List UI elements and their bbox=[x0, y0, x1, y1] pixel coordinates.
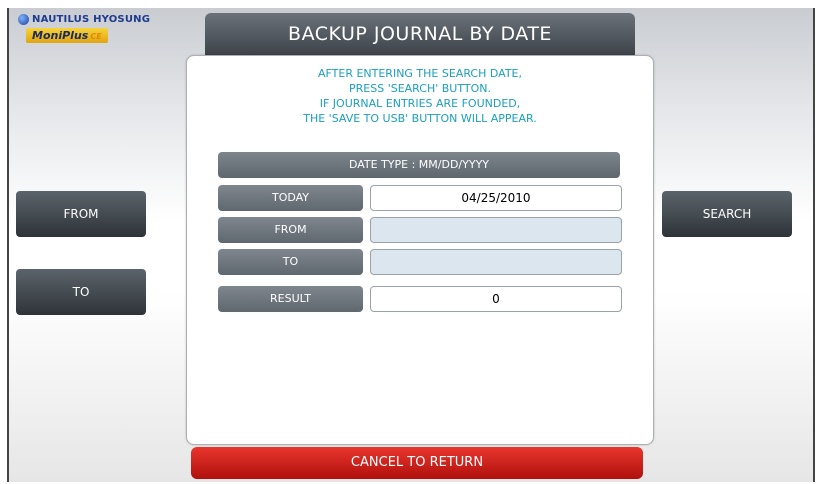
logo-product-suffix: CE bbox=[90, 32, 102, 41]
to-label: TO bbox=[218, 249, 363, 275]
from-date-field[interactable] bbox=[370, 217, 622, 243]
date-type-header: DATE TYPE : MM/DD/YYYY bbox=[218, 152, 620, 178]
cancel-button[interactable]: CANCEL TO RETURN bbox=[191, 447, 643, 479]
instructions: AFTER ENTERING THE SEARCH DATE, PRESS 'S… bbox=[187, 66, 653, 126]
globe-icon bbox=[18, 14, 29, 25]
page-title: BACKUP JOURNAL BY DATE bbox=[205, 13, 635, 55]
today-value: 04/25/2010 bbox=[370, 185, 622, 211]
to-date-field[interactable] bbox=[370, 249, 622, 275]
result-value: 0 bbox=[370, 286, 622, 312]
brand-logo: NAUTILUS HYOSUNG MoniPlus CE bbox=[18, 14, 178, 50]
screen-border-right bbox=[813, 8, 815, 482]
instruction-line: THE 'SAVE TO USB' BUTTON WILL APPEAR. bbox=[303, 112, 537, 125]
screen-border-left bbox=[7, 8, 9, 482]
from-button[interactable]: FROM bbox=[16, 191, 146, 237]
search-button[interactable]: SEARCH bbox=[662, 191, 792, 237]
instruction-line: IF JOURNAL ENTRIES ARE FOUNDED, bbox=[319, 97, 521, 110]
instruction-line: PRESS 'SEARCH' BUTTON. bbox=[349, 82, 491, 95]
logo-product: MoniPlus CE bbox=[26, 28, 108, 43]
logo-company: NAUTILUS HYOSUNG bbox=[32, 14, 151, 25]
instruction-line: AFTER ENTERING THE SEARCH DATE, bbox=[317, 67, 522, 80]
logo-product-name: MoniPlus bbox=[32, 29, 89, 42]
to-button[interactable]: TO bbox=[16, 269, 146, 315]
today-label: TODAY bbox=[218, 185, 363, 211]
result-label: RESULT bbox=[218, 286, 363, 312]
logo-company-row: NAUTILUS HYOSUNG bbox=[18, 14, 150, 25]
from-label: FROM bbox=[218, 217, 363, 243]
